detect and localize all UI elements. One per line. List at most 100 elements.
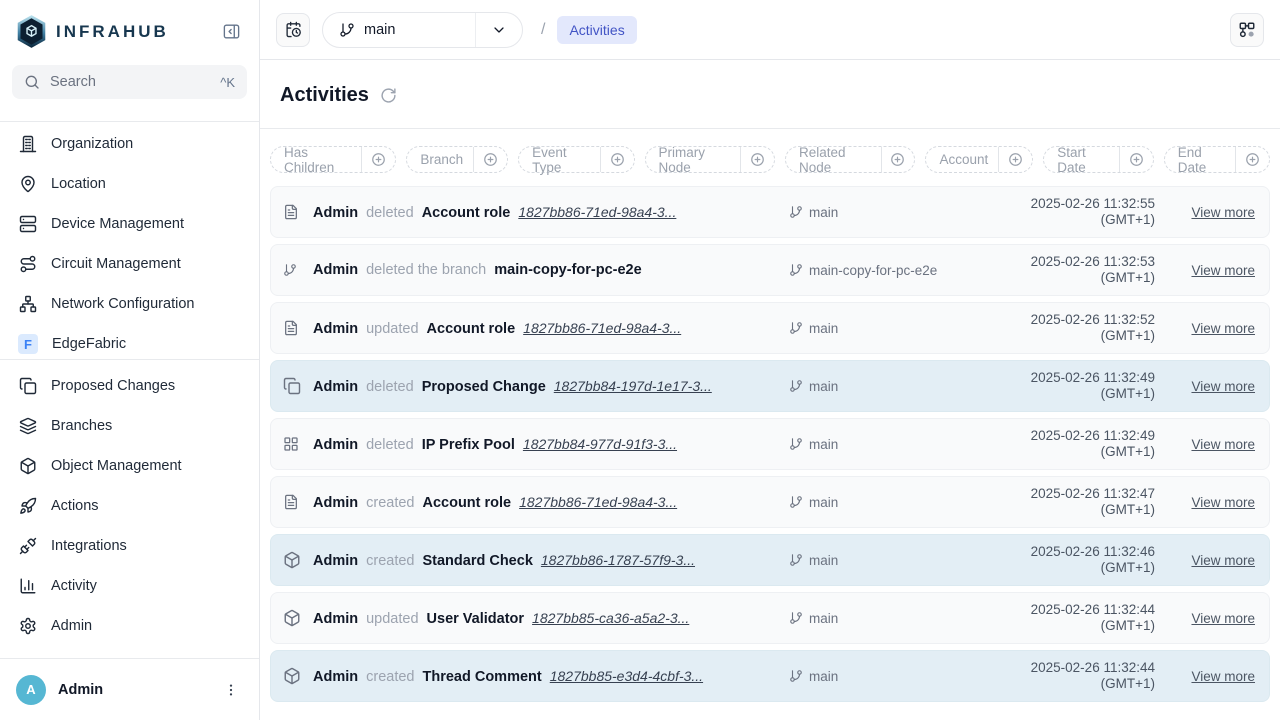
sidebar-collapse-icon[interactable]: [220, 20, 243, 43]
row-object-id-link[interactable]: 1827bb84-977d-91f3-3...: [523, 436, 677, 452]
filter-chip-account[interactable]: Account: [925, 146, 1033, 173]
filter-chip-branch[interactable]: Branch: [406, 146, 508, 173]
git-branch-icon: [789, 437, 803, 451]
git-branch-icon: [789, 553, 803, 567]
activity-row: Admin deleted IP Prefix Pool 1827bb84-97…: [270, 418, 1270, 470]
plus-circle-icon[interactable]: [474, 147, 507, 172]
row-object-id-link[interactable]: 1827bb86-71ed-98a4-3...: [523, 320, 681, 336]
row-date: 2025-02-26 11:32:44: [1031, 660, 1155, 675]
user-menu-kebab-icon[interactable]: [219, 678, 243, 702]
activity-row: Admin created Standard Check 1827bb86-17…: [270, 534, 1270, 586]
filter-chip-start-date[interactable]: Start Date: [1043, 146, 1153, 173]
sidebar-item-object-management[interactable]: Object Management: [0, 446, 259, 486]
sidebar-item-label: Device Management: [51, 216, 184, 232]
sidebar-item-device-management[interactable]: Device Management: [0, 204, 259, 244]
view-more-link[interactable]: View more: [1191, 495, 1255, 510]
row-date: 2025-02-26 11:32:46: [1031, 544, 1155, 559]
row-actor: Admin: [313, 611, 358, 627]
cube-icon: [19, 457, 37, 475]
plus-circle-icon[interactable]: [362, 147, 395, 172]
branch-selector[interactable]: main: [322, 12, 523, 48]
infrahub-logo-icon: [16, 14, 47, 49]
plus-circle-icon[interactable]: [741, 147, 774, 172]
view-more-link[interactable]: View more: [1191, 437, 1255, 452]
sidebar-item-proposed-changes[interactable]: Proposed Changes: [0, 366, 259, 406]
git-branch-icon: [339, 22, 355, 38]
row-object-id-link[interactable]: 1827bb84-197d-1e17-3...: [554, 378, 712, 394]
cube-icon: [283, 551, 303, 569]
filter-chip-related-node[interactable]: Related Node: [785, 146, 915, 173]
sidebar-item-branches[interactable]: Branches: [0, 406, 259, 446]
row-object-id-link[interactable]: 1827bb85-e3d4-4cbf-3...: [550, 668, 703, 684]
search-input[interactable]: Search ^K: [12, 65, 247, 99]
filter-chip-primary-node[interactable]: Primary Node: [645, 146, 775, 173]
sidebar-item-actions[interactable]: Actions: [0, 486, 259, 526]
sidebar-item-edgefabric[interactable]: F EdgeFabric: [0, 324, 259, 359]
grid-icon: [283, 436, 303, 452]
map-pin-icon: [19, 175, 37, 193]
branch-selector-caret[interactable]: [475, 13, 522, 47]
view-more-link[interactable]: View more: [1191, 379, 1255, 394]
file-text-icon: [283, 320, 303, 336]
filter-chip-label: Account: [926, 147, 998, 172]
filter-chip-event-type[interactable]: Event Type: [518, 146, 634, 173]
sidebar-item-organization[interactable]: Organization: [0, 124, 259, 164]
row-action: deleted the branch: [366, 262, 486, 278]
refresh-icon[interactable]: [380, 87, 397, 104]
plus-circle-icon[interactable]: [881, 147, 914, 172]
row-object-id-link[interactable]: 1827bb86-71ed-98a4-3...: [519, 494, 677, 510]
building-icon: [19, 135, 37, 153]
row-object-type: Account role: [427, 321, 516, 337]
row-date: 2025-02-26 11:32:55: [1031, 196, 1155, 211]
row-object-type: Account role: [422, 205, 511, 221]
view-more-link[interactable]: View more: [1191, 263, 1255, 278]
sidebar-item-integrations[interactable]: Integrations: [0, 526, 259, 566]
filter-chip-label: Start Date: [1044, 147, 1119, 172]
copy-icon: [283, 377, 303, 395]
sidebar-item-circuit-management[interactable]: Circuit Management: [0, 244, 259, 284]
plus-circle-icon[interactable]: [601, 147, 634, 172]
activity-row: Admin updated Account role 1827bb86-71ed…: [270, 302, 1270, 354]
activity-row: Admin deleted the branch main-copy-for-p…: [270, 244, 1270, 296]
row-timezone: (GMT+1): [1101, 444, 1155, 459]
date-picker-button[interactable]: [276, 13, 310, 47]
infrahub-logo[interactable]: INFRAHUB: [16, 14, 169, 49]
filter-chip-has-children[interactable]: Has Children: [270, 146, 396, 173]
brand-name: INFRAHUB: [56, 22, 169, 42]
filter-chip-label: Primary Node: [646, 147, 741, 172]
plus-circle-icon[interactable]: [1236, 147, 1269, 172]
sidebar-item-network-configuration[interactable]: Network Configuration: [0, 284, 259, 324]
git-branch-icon: [789, 611, 803, 625]
row-object-id-link[interactable]: 1827bb85-ca36-a5a2-3...: [532, 610, 689, 626]
filter-bar: Has Children Branch Event Type Primary N…: [260, 129, 1280, 186]
row-object-type: main-copy-for-pc-e2e: [494, 262, 641, 278]
git-branch-icon: [789, 263, 803, 277]
row-object-type: Thread Comment: [422, 669, 541, 685]
filter-chip-end-date[interactable]: End Date: [1164, 146, 1270, 173]
user-name: Admin: [58, 682, 103, 698]
user-menu: A Admin: [0, 658, 259, 720]
git-branch-icon: [789, 379, 803, 393]
breadcrumb-activities[interactable]: Activities: [557, 16, 636, 44]
row-object-id-link[interactable]: 1827bb86-71ed-98a4-3...: [518, 204, 676, 220]
sidebar-item-activity[interactable]: Activity: [0, 566, 259, 606]
row-branch-name: main: [809, 321, 838, 336]
view-more-link[interactable]: View more: [1191, 611, 1255, 626]
sidebar-item-admin[interactable]: Admin: [0, 606, 259, 646]
cube-icon: [283, 609, 303, 627]
sidebar-item-location[interactable]: Location: [0, 164, 259, 204]
row-object-id-link[interactable]: 1827bb86-1787-57f9-3...: [541, 552, 695, 568]
filter-chip-label: Has Children: [271, 147, 361, 172]
view-more-link[interactable]: View more: [1191, 321, 1255, 336]
row-action: deleted: [366, 437, 414, 453]
breadcrumb-separator: /: [541, 21, 545, 39]
plus-circle-icon[interactable]: [1120, 147, 1153, 172]
page-title: Activities: [280, 84, 369, 107]
route-icon: [19, 255, 37, 273]
view-more-link[interactable]: View more: [1191, 553, 1255, 568]
calendar-clock-icon: [285, 21, 302, 38]
view-more-link[interactable]: View more: [1191, 205, 1255, 220]
plus-circle-icon[interactable]: [999, 147, 1032, 172]
schema-visualizer-button[interactable]: [1230, 13, 1264, 47]
view-more-link[interactable]: View more: [1191, 669, 1255, 684]
